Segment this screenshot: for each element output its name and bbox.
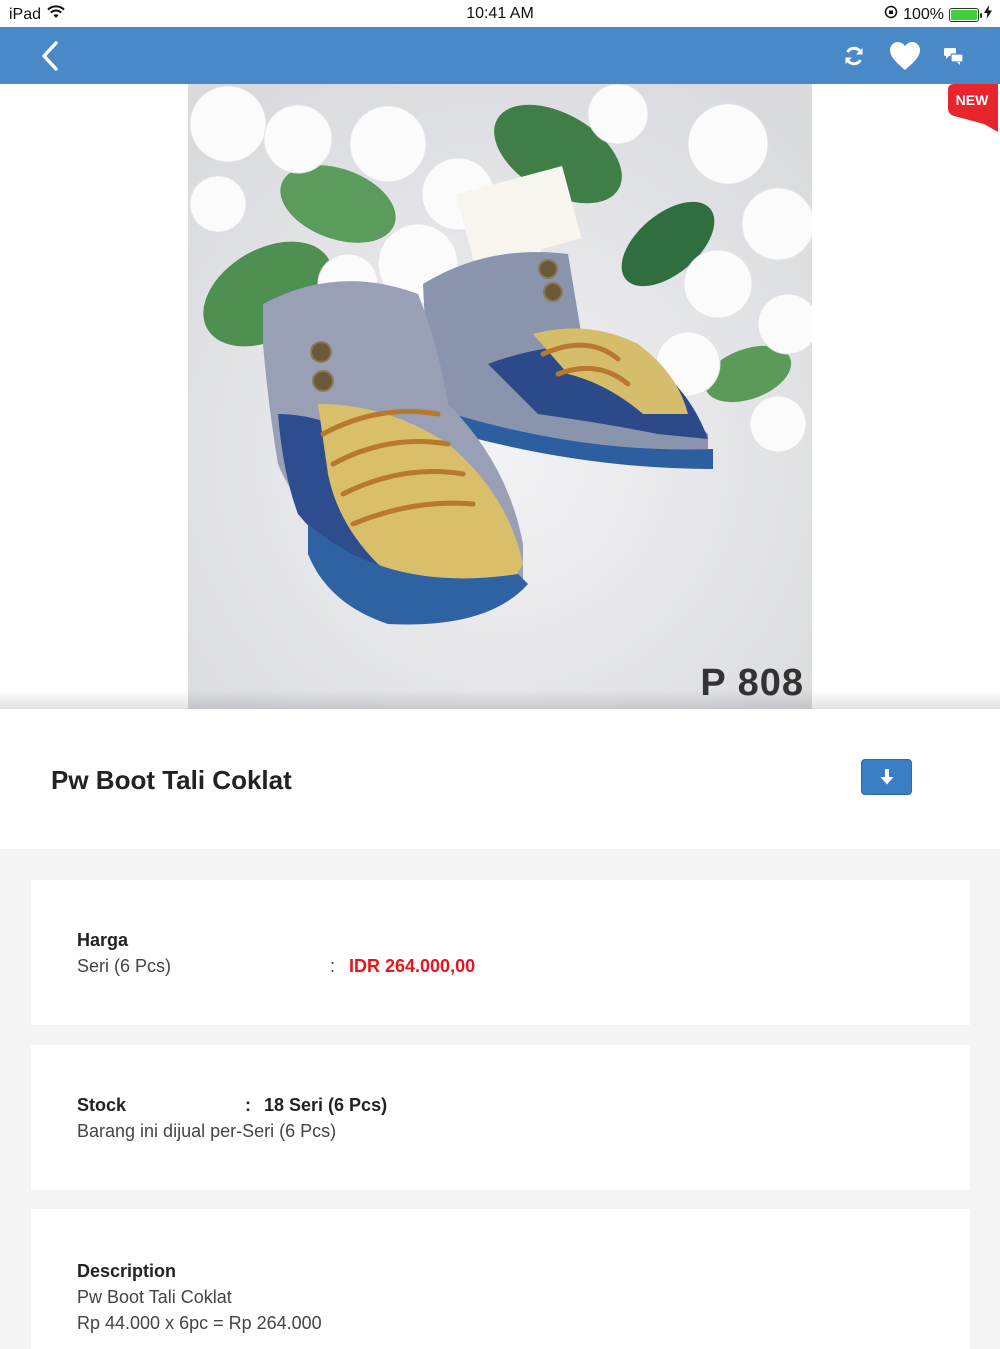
- product-photo[interactable]: P 808: [188, 84, 812, 709]
- product-image-area: P 808: [0, 84, 1000, 709]
- new-badge: NEW: [948, 84, 998, 134]
- orientation-lock-icon: [884, 5, 898, 24]
- back-chevron-icon: [42, 40, 58, 71]
- description-heading: Description: [77, 1261, 177, 1281]
- download-arrow-icon: [880, 769, 893, 785]
- back-button[interactable]: [30, 27, 70, 84]
- price-unit: Seri (6 Pcs): [77, 956, 172, 976]
- stock-value: 18 Seri (6 Pcs): [264, 1095, 388, 1115]
- chat-icon: [944, 47, 964, 65]
- chat-button[interactable]: [936, 27, 972, 84]
- stock-note: Barang ini dijual per-Seri (6 Pcs): [77, 1121, 337, 1141]
- stock-colon: :: [245, 1095, 251, 1115]
- title-section: Pw Boot Tali Coklat: [0, 709, 1000, 849]
- description-line: Pw Boot Tali Coklat: [77, 1287, 232, 1307]
- product-photo-illustration: [188, 84, 812, 709]
- refresh-icon: [845, 46, 863, 65]
- status-right: 100%: [884, 5, 992, 24]
- charging-icon: [984, 5, 992, 24]
- stock-heading: Stock: [77, 1095, 127, 1115]
- description-card: Description Pw Boot Tali Coklat Rp 44.00…: [31, 1209, 970, 1349]
- favorite-button[interactable]: [884, 27, 926, 84]
- description-line: Rp 44.000 x 6pc = Rp 264.000: [77, 1313, 322, 1333]
- status-bar: iPad 10:41 AM 100%: [0, 0, 1000, 27]
- refresh-button[interactable]: [836, 27, 872, 84]
- battery-percent: 100%: [903, 5, 944, 23]
- stock-card: Stock : 18 Seri (6 Pcs) Barang ini dijua…: [31, 1045, 970, 1190]
- price-heading: Harga: [77, 930, 129, 950]
- price-value: IDR 264.000,00: [349, 956, 476, 976]
- new-badge-text: NEW: [956, 92, 989, 108]
- heart-icon: [890, 41, 920, 70]
- nav-bar: [0, 27, 1000, 84]
- status-time: 10:41 AM: [466, 5, 534, 22]
- price-colon: :: [330, 956, 336, 976]
- price-card: Harga Seri (6 Pcs) : IDR 264.000,00: [31, 880, 970, 1025]
- battery-icon: [949, 7, 982, 22]
- product-title: Pw Boot Tali Coklat: [51, 765, 292, 795]
- download-button[interactable]: [861, 759, 912, 795]
- hero-shadow: [0, 690, 1000, 710]
